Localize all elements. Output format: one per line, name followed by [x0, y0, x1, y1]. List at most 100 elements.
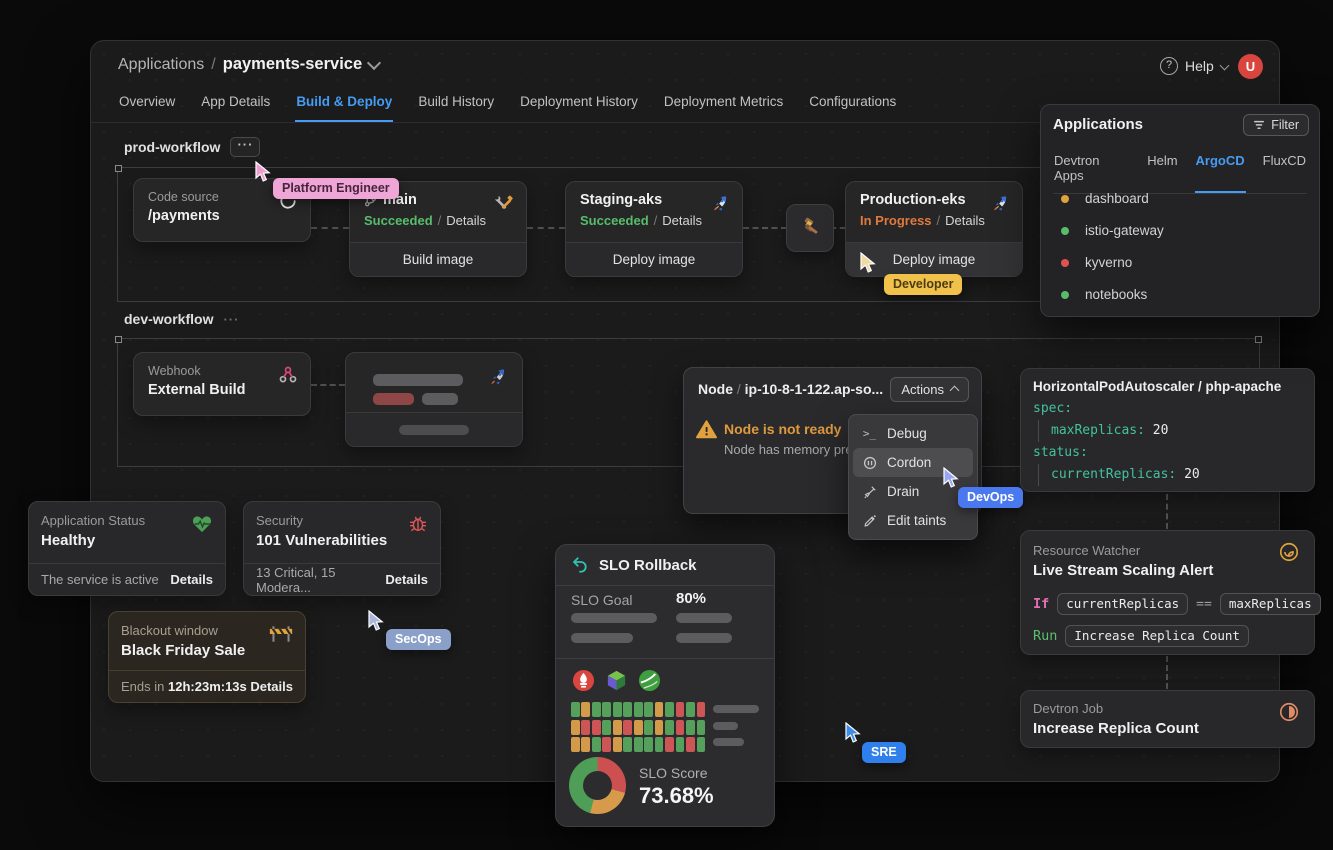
help-label: Help [1185, 58, 1214, 74]
application-status-card[interactable]: Application Status Healthy The service i… [28, 501, 226, 596]
app-name: kyverno [1085, 255, 1132, 270]
role-badge-devops: DevOps [958, 487, 1023, 508]
cursor-platform-engineer [253, 161, 273, 183]
breadcrumb-section[interactable]: Applications [118, 56, 204, 74]
blackout-window-card[interactable]: Blackout window Black Friday Sale Ends i… [108, 611, 306, 703]
slo-grid-cell [665, 720, 674, 735]
cube-logo-icon [605, 669, 628, 692]
staging-deploy-button[interactable]: Deploy image [566, 242, 742, 276]
connector-line [743, 227, 787, 229]
dev-workflow-title: dev-workflow ··· [124, 311, 239, 327]
slo-grid-cell [676, 737, 685, 752]
production-env-name: Production-eks [860, 192, 1008, 208]
watcher-icon [1278, 541, 1300, 563]
production-details-link[interactable]: Details [945, 213, 985, 228]
resize-handle[interactable] [1255, 336, 1262, 343]
cordon-icon [862, 456, 877, 470]
yaml-key: spec: [1033, 401, 1072, 416]
app-list-item[interactable]: dashboard [1053, 191, 1149, 206]
dev-workflow-menu-button[interactable]: ··· [223, 312, 239, 327]
placeholder-action-button[interactable] [346, 412, 522, 446]
app-list-item[interactable]: istio-gateway [1053, 223, 1164, 238]
details-link[interactable]: Details [250, 679, 293, 694]
slo-grid-cell [581, 702, 590, 717]
connector-line [311, 384, 345, 386]
filter-icon [1253, 120, 1265, 130]
chevron-down-icon[interactable] [367, 55, 381, 69]
menu-item-edit-taints[interactable]: Edit taints [853, 506, 973, 535]
help-menu[interactable]: ? Help [1160, 57, 1228, 75]
build-image-button[interactable]: Build image [350, 242, 526, 276]
hpa-card[interactable]: HorizontalPodAutoscaler / php-apache spe… [1020, 368, 1315, 492]
connector-line [311, 227, 349, 229]
slo-grid-cell [634, 737, 643, 752]
run-action-chip[interactable]: Increase Replica Count [1065, 625, 1249, 647]
webhook-card[interactable]: Webhook External Build [133, 352, 311, 416]
tab-overview[interactable]: Overview [118, 86, 176, 122]
drain-icon [862, 485, 877, 499]
resize-handle[interactable] [115, 165, 122, 172]
tab-argocd[interactable]: ArgoCD [1195, 149, 1246, 193]
rocket-icon [990, 194, 1010, 214]
slo-grid-cell [602, 720, 611, 735]
slo-grid-cell [613, 720, 622, 735]
tab-build-deploy[interactable]: Build & Deploy [295, 86, 393, 122]
tab-deployment-metrics[interactable]: Deployment Metrics [663, 86, 784, 122]
placeholder-pipeline-card[interactable] [345, 352, 523, 447]
actions-button[interactable]: Actions [890, 377, 969, 402]
resize-handle[interactable] [115, 336, 122, 343]
left-operand-chip[interactable]: currentReplicas [1057, 593, 1188, 615]
build-details-link[interactable]: Details [446, 213, 486, 228]
yaml-indented-line: maxReplicas: 20 [1038, 420, 1302, 442]
green-ball-logo-icon [638, 669, 661, 692]
webhook-icon [278, 365, 298, 385]
yaml-key: maxReplicas: [1051, 423, 1145, 438]
connector-line [527, 227, 565, 229]
code-source-value: /payments [148, 208, 296, 224]
slo-grid-cell [655, 737, 664, 752]
resource-watcher-card[interactable]: Resource Watcher Live Stream Scaling Ale… [1020, 530, 1315, 655]
security-card[interactable]: Security 101 Vulnerabilities 13 Critical… [243, 501, 441, 596]
operator: == [1196, 597, 1212, 612]
tab-fluxcd[interactable]: FluxCD [1262, 149, 1307, 193]
slo-grid-cell [581, 737, 590, 752]
breadcrumb-app-name[interactable]: payments-service [223, 55, 362, 74]
approval-gate-node[interactable] [786, 204, 834, 252]
production-status: In Progress [860, 213, 932, 228]
slo-grid-cell [676, 702, 685, 717]
slo-grid-cell [571, 737, 580, 752]
node-title: Node / ip-10-8-1-122.ap-so... [698, 381, 883, 397]
app-list-item[interactable]: notebooks [1053, 287, 1147, 302]
staging-pipeline-card[interactable]: Staging-aks Succeeded / Details Deploy i… [565, 181, 743, 277]
tab-helm[interactable]: Helm [1146, 149, 1178, 193]
details-link[interactable]: Details [385, 572, 428, 587]
tab-devtron-apps[interactable]: Devtron Apps [1053, 149, 1130, 193]
staging-details-link[interactable]: Details [662, 213, 702, 228]
skeleton-bar [373, 374, 463, 386]
tab-deployment-history[interactable]: Deployment History [519, 86, 639, 122]
slo-grid-cell [644, 737, 653, 752]
menu-item-debug[interactable]: >_ Debug [853, 419, 973, 448]
filter-button[interactable]: Filter [1243, 114, 1309, 136]
connector-line [1166, 494, 1168, 529]
construction-barrier-icon [269, 624, 293, 644]
right-operand-chip[interactable]: maxReplicas [1220, 593, 1321, 615]
tab-configurations[interactable]: Configurations [808, 86, 897, 122]
gavel-icon [798, 216, 822, 240]
slo-grid-cell [644, 720, 653, 735]
applications-panel: Applications Filter Devtron Apps Helm Ar… [1040, 104, 1320, 317]
slo-grid-cell [676, 720, 685, 735]
app-list-item[interactable]: kyverno [1053, 255, 1132, 270]
tab-app-details[interactable]: App Details [200, 86, 271, 122]
devtron-job-card[interactable]: Devtron Job Increase Replica Count [1020, 690, 1315, 748]
webhook-label: Webhook [148, 364, 296, 378]
prod-workflow-menu-button[interactable]: ··· [230, 137, 260, 157]
details-link[interactable]: Details [170, 572, 213, 587]
staging-env-name: Staging-aks [580, 192, 728, 208]
divider [556, 658, 774, 659]
skeleton-bar [713, 722, 738, 730]
tab-build-history[interactable]: Build History [417, 86, 495, 122]
connector-line [1166, 656, 1168, 689]
slo-grid-cell [571, 720, 580, 735]
avatar[interactable]: U [1238, 54, 1263, 79]
